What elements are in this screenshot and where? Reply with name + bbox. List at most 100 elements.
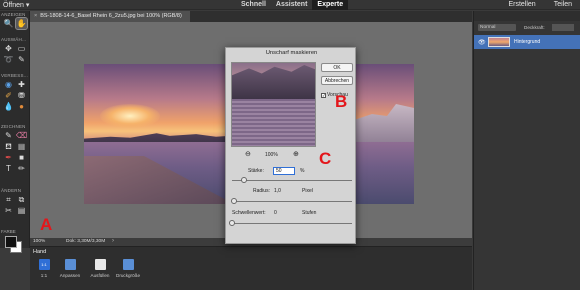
smart-brush-tool[interactable]: ✐: [3, 90, 14, 101]
tools-panel: ANZEIGEN AUSWÄH... VERBESS... ZEICHNEN Ä…: [0, 11, 30, 248]
pencil-tool[interactable]: ✏: [16, 163, 27, 174]
blur-tool[interactable]: 💧: [3, 101, 14, 112]
crop-tool[interactable]: ⌗: [3, 194, 14, 205]
layers-panel: Normal Deckkraft: 👁 Hintergrund: [473, 11, 580, 290]
radius-slider[interactable]: [231, 198, 352, 204]
ok-button[interactable]: OK: [321, 63, 353, 72]
recompose-tool[interactable]: ⧉: [16, 194, 27, 205]
radius-unit: Pixel: [302, 188, 313, 194]
threshold-unit: Stufen: [302, 210, 317, 216]
amount-label: Stärke:: [248, 168, 264, 174]
document-tab-title: BS-1808-14-6_Basel Rhein 6_2zu5.jpg bei …: [40, 13, 182, 19]
annotation-letter-b: B: [335, 92, 348, 111]
preview-zoom-row: ⊖ 100% ⊕: [231, 150, 316, 160]
status-more-icon[interactable]: ›: [112, 238, 114, 244]
zoom-out-icon[interactable]: ⊖: [245, 150, 251, 158]
dialog-preview-image[interactable]: [231, 62, 316, 147]
unsharp-mask-dialog: Unscharf maskieren OK Abbrechen ✓ Vorsch…: [225, 47, 356, 244]
cancel-button[interactable]: Abbrechen: [321, 76, 353, 85]
top-right-menus: Erstellen Teilen: [508, 1, 572, 8]
section-modify-label: ÄNDERN: [1, 188, 22, 193]
radius-slider-knob[interactable]: [231, 198, 238, 204]
layers-options-row: Normal Deckkraft:: [474, 23, 580, 33]
tool-options-panel: Hand 1:1 1:1 Anpassen Ausfüllen Druckgröße: [30, 246, 472, 290]
brush-tool[interactable]: ✎: [3, 130, 14, 141]
paint-bucket-tool[interactable]: ⛾: [3, 141, 14, 152]
mode-quick-tab[interactable]: Schnell: [236, 0, 271, 10]
preview-zoom-value: 100%: [265, 152, 278, 158]
visibility-eye-icon[interactable]: 👁: [478, 39, 486, 46]
custom-shape-tool[interactable]: ■: [16, 152, 27, 163]
type-tool[interactable]: T: [3, 163, 14, 174]
straighten-tool[interactable]: ▤: [16, 205, 27, 216]
radius-label: Radius:: [253, 188, 270, 194]
print-size-button[interactable]: Druckgröße: [114, 259, 142, 278]
lasso-tool[interactable]: ➰: [3, 54, 14, 65]
move-tool[interactable]: ✥: [3, 43, 14, 54]
threshold-value[interactable]: 0: [274, 210, 277, 216]
tool-options-name: Hand: [33, 249, 47, 255]
amount-input[interactable]: 50: [273, 167, 295, 175]
dialog-title: Unscharf maskieren: [265, 50, 318, 56]
1to1-label: 1:1: [40, 273, 48, 278]
annotation-letter-c: C: [319, 149, 332, 168]
create-menu[interactable]: Erstellen: [508, 1, 535, 8]
clone-stamp-tool[interactable]: ⛃: [16, 90, 27, 101]
eyedropper-tool[interactable]: ✒: [3, 152, 14, 163]
fill-icon: [94, 259, 106, 270]
print-size-icon: [122, 259, 134, 270]
foreground-color-swatch[interactable]: [5, 236, 17, 248]
open-caret-icon: ▾: [25, 2, 30, 9]
hand-tool[interactable]: ✋: [15, 17, 28, 30]
amount-unit: %: [300, 168, 305, 174]
eraser-tool[interactable]: ⌫: [16, 130, 27, 141]
status-zoom[interactable]: 100%: [33, 239, 45, 244]
fit-icon: [64, 259, 76, 270]
blend-mode-select[interactable]: Normal: [478, 24, 516, 31]
content-aware-move-tool[interactable]: ✂: [3, 205, 14, 216]
threshold-slider[interactable]: [229, 220, 352, 226]
zoom-in-icon[interactable]: ⊕: [293, 150, 299, 158]
radius-value[interactable]: 1,0: [274, 188, 281, 194]
fill-button[interactable]: Ausfüllen: [86, 259, 114, 278]
document-tab-strip: × BS-1808-14-6_Basel Rhein 6_2zu5.jpg bei…: [30, 11, 472, 22]
mode-guided-tab[interactable]: Assistent: [271, 0, 313, 10]
section-select-label: AUSWÄH...: [1, 37, 27, 42]
sponge-tool[interactable]: ●: [16, 101, 27, 112]
1to1-icon: 1:1: [38, 259, 50, 270]
gradient-tool[interactable]: ▦: [16, 141, 27, 152]
mode-expert-tab[interactable]: Experte: [312, 0, 349, 10]
share-menu[interactable]: Teilen: [554, 1, 572, 8]
document-tab[interactable]: × BS-1808-14-6_Basel Rhein 6_2zu5.jpg bei…: [30, 11, 190, 22]
mode-switcher: Schnell Assistent Experte: [236, 0, 349, 10]
fit-button[interactable]: Anpassen: [56, 259, 84, 278]
layer-thumbnail: [488, 37, 510, 47]
section-view-label: ANZEIGEN: [1, 12, 26, 17]
zoom-tool[interactable]: 🔍: [3, 18, 14, 29]
threshold-slider-knob[interactable]: [229, 220, 235, 226]
layer-row-background[interactable]: 👁 Hintergrund: [474, 35, 580, 49]
quick-selection-tool[interactable]: ✎: [16, 54, 27, 65]
amount-slider[interactable]: [232, 177, 352, 183]
opacity-field[interactable]: [552, 24, 574, 31]
spot-healing-tool[interactable]: ✚: [16, 79, 27, 90]
print-size-label: Druckgröße: [116, 273, 140, 278]
section-draw-label: ZEICHNEN: [1, 124, 26, 129]
status-doc-size: Dok: 3,30M/3,30M: [66, 239, 106, 244]
section-color-label: FARBE: [1, 229, 16, 234]
open-menu-label: Öffnen: [3, 2, 24, 9]
app-window: Öffnen ▾ Schnell Assistent Experte Erste…: [0, 0, 580, 290]
marquee-tool[interactable]: ▭: [16, 43, 27, 54]
threshold-label: Schwellenwert:: [232, 210, 266, 216]
1to1-button[interactable]: 1:1 1:1: [30, 259, 58, 278]
opacity-label: Deckkraft:: [524, 25, 545, 30]
section-enhance-label: VERBESS...: [1, 73, 29, 78]
close-tab-icon[interactable]: ×: [34, 13, 37, 19]
eye-tool[interactable]: ◉: [3, 79, 14, 90]
preview-checkbox-box[interactable]: ✓: [321, 92, 326, 98]
preview-water: [232, 99, 315, 146]
annotation-letter-a: A: [40, 215, 53, 234]
fill-label: Ausfüllen: [90, 273, 110, 278]
amount-slider-knob[interactable]: [241, 177, 247, 183]
open-menu[interactable]: Öffnen ▾: [3, 1, 29, 9]
